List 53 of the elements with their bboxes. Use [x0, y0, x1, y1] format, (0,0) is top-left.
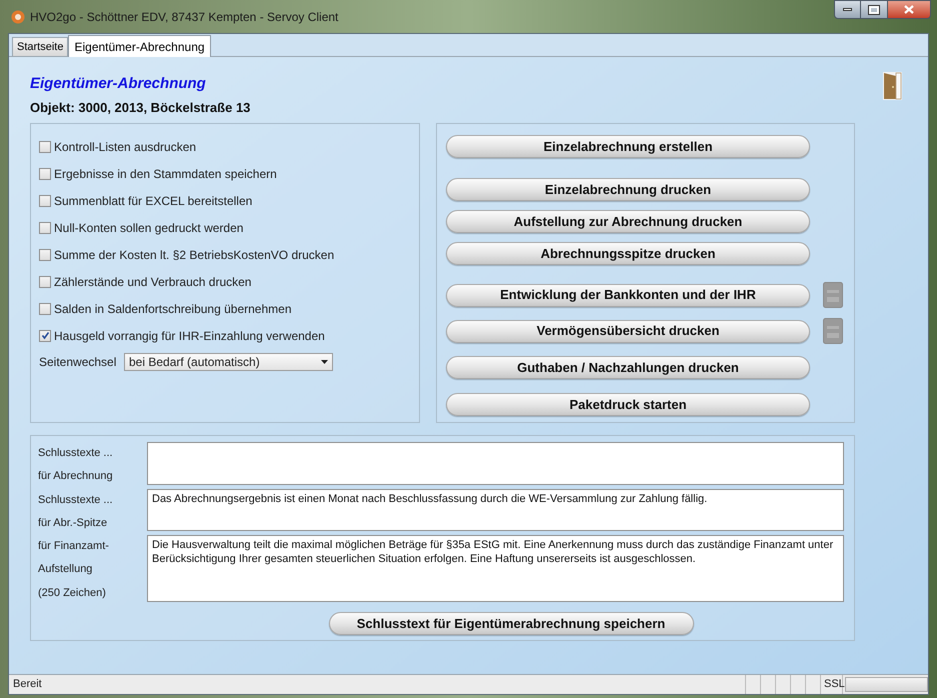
- action-button[interactable]: Einzelabrechnung drucken: [446, 178, 810, 201]
- checkbox[interactable]: [39, 302, 51, 314]
- maximize-button[interactable]: [861, 0, 887, 19]
- action-button[interactable]: Abrechnungsspitze drucken: [446, 242, 810, 265]
- field-label: Schlusstexte ...: [38, 446, 114, 461]
- checkbox[interactable]: [39, 168, 51, 180]
- tab[interactable]: Startseite: [12, 37, 68, 56]
- caret-icon: [321, 360, 328, 364]
- ssl-indicator: SSL: [821, 675, 843, 694]
- tab[interactable]: Eigentümer-Abrechnung: [68, 35, 211, 57]
- minimize-button[interactable]: [834, 0, 861, 19]
- option-label: Salden in Saldenfortschreibung übernehmen: [54, 300, 292, 318]
- field-label: für Abrechnung: [38, 469, 114, 484]
- option-label: Ergebnisse in den Stammdaten speichern: [54, 166, 277, 182]
- checkbox[interactable]: [39, 222, 51, 234]
- window-title: HVO2go - Schöttner EDV, 87437 Kempten - Servoy Client: [30, 8, 338, 26]
- text-area[interactable]: Das Abrechnungsergebnis ist einen Monat nach Beschlussfassung durch die WE-Versammlung zur Zahlung fällig.: [147, 489, 844, 531]
- action-button[interactable]: Aufstellung zur Abrechnung drucken: [446, 210, 810, 233]
- field-label: Aufstellung: [38, 562, 94, 578]
- checkbox[interactable]: [39, 276, 51, 288]
- text-area[interactable]: Die Hausverwaltung teilt die maximal möglichen Beträge für §35a EStG mit. Eine Anerkennung muss durch das zuständige Finanzamt unter Berücksichtigung Ihrer gesamten steuerlichen Situation erfolgen. Eine Haftung unsererseits ist ausgeschlossen.: [147, 535, 844, 602]
- field-label: Schlusstexte ...: [38, 492, 114, 508]
- text-area[interactable]: [147, 442, 844, 485]
- page-break-dropdown[interactable]: bei Bedarf (automatisch): [124, 353, 333, 371]
- option-label: Kontroll-Listen ausdrucken: [54, 138, 196, 156]
- checkbox[interactable]: [39, 140, 51, 152]
- field-label: (250 Zeichen): [38, 586, 107, 601]
- action-button[interactable]: Paketdruck starten: [446, 393, 810, 416]
- page-break-label: Seitenwechsel: [39, 354, 118, 371]
- action-button[interactable]: Entwicklung der Bankkonten und der IHR: [446, 284, 810, 306]
- document-icon[interactable]: [823, 318, 843, 344]
- action-button[interactable]: Einzelabrechnung erstellen: [446, 135, 810, 158]
- object-info: Objekt: 3000, 2013, Böckelstraße 13: [30, 98, 250, 117]
- field-label: für Finanzamt-: [38, 539, 110, 554]
- option-label: Summe der Kosten lt. §2 BetriebsKostenVO drucken: [54, 246, 334, 264]
- field-label: für Abr.-Spitze: [38, 516, 108, 531]
- status-text: Bereit: [9, 675, 746, 694]
- checkbox[interactable]: [39, 248, 51, 260]
- door-icon[interactable]: [883, 72, 902, 100]
- document-icon[interactable]: [823, 282, 843, 308]
- option-label: Hausgeld vorrangig für IHR-Einzahlung verwenden: [54, 328, 325, 344]
- checkbox[interactable]: [39, 194, 51, 206]
- checkbox[interactable]: [39, 330, 51, 342]
- action-button[interactable]: Guthaben / Nachzahlungen drucken: [446, 356, 810, 379]
- option-label: Zählerstände und Verbrauch drucken: [54, 274, 252, 290]
- close-icon: [904, 5, 914, 14]
- option-label: Summenblatt für EXCEL bereitstellen: [54, 192, 252, 210]
- app-icon: [11, 10, 25, 24]
- save-button[interactable]: Schlusstext für Eigentümerabrechnung speichern: [328, 612, 694, 636]
- close-button[interactable]: [887, 0, 931, 19]
- option-label: Null-Konten sollen gedruckt werden: [54, 220, 244, 236]
- page-title: Eigentümer-Abrechnung: [30, 74, 207, 94]
- action-button[interactable]: Vermögensübersicht drucken: [446, 320, 810, 342]
